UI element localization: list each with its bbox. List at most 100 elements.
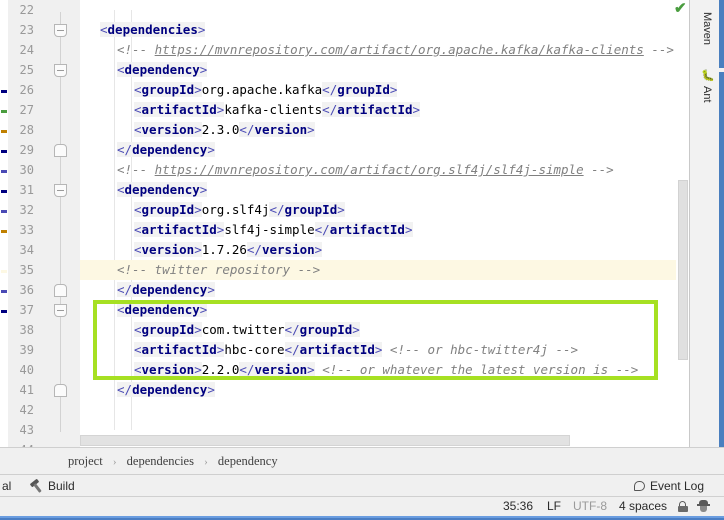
editor-gutter[interactable]: 22 23 24 25 26 27 28 29 30 31 32 33 34 35 36 37 38 39 40 41…: [8, 0, 81, 447]
editor-horizontal-scrollbar[interactable]: [80, 435, 680, 446]
code-token-tg: dependency: [132, 382, 208, 397]
code-token-tg: version: [261, 242, 315, 257]
code-line[interactable]: <version>2.2.0</version> <!-- or whateve…: [134, 360, 638, 380]
code-token-lnk: https://mvnrepository.com/artifact/org.a…: [154, 42, 644, 57]
code-token-br: >: [199, 182, 208, 197]
code-token-tg: version: [141, 362, 195, 377]
code-line[interactable]: <artifactId>slf4j-simple</artifactId>: [134, 220, 413, 240]
code-line[interactable]: <dependency>: [117, 300, 208, 320]
code-line[interactable]: <version>2.3.0</version>: [134, 120, 315, 140]
code-token-br: >: [412, 102, 421, 117]
code-token-br: >: [194, 362, 202, 377]
line-number: 30: [19, 163, 34, 177]
code-line[interactable]: <groupId>org.apache.kafka</groupId>: [134, 80, 398, 100]
fold-marker[interactable]: [54, 384, 67, 397]
line-number: 25: [19, 63, 34, 77]
code-line[interactable]: <!-- https://mvnrepository.com/artifact/…: [117, 40, 674, 60]
code-token-txt: 2.3.0: [201, 122, 240, 137]
code-token-br: </: [269, 202, 285, 217]
breadcrumb-item-project[interactable]: project: [68, 454, 103, 468]
code-line[interactable]: <dependency>: [117, 180, 208, 200]
horizontal-scrollbar-thumb[interactable]: [80, 435, 570, 446]
line-number: 22: [19, 3, 34, 17]
code-token-br: >: [207, 142, 215, 157]
breadcrumb-item-dependencies[interactable]: dependencies: [127, 454, 194, 468]
code-line[interactable]: <groupId>com.twitter</groupId>: [134, 320, 360, 340]
code-token-br: </: [117, 142, 133, 157]
speech-bubble-icon: [633, 481, 645, 491]
code-token-br: </: [246, 242, 262, 257]
breadcrumb[interactable]: project › dependencies › dependency: [68, 448, 278, 475]
toolwindow-tab-ant-label: Ant: [701, 86, 713, 103]
code-token-br: >: [199, 62, 208, 77]
window-right-edge-2: [719, 72, 724, 447]
code-token-tg: dependency: [132, 282, 208, 297]
code-token-tg: groupId: [141, 82, 195, 97]
code-line[interactable]: <artifactId>hbc-core</artifactId> <!-- o…: [134, 340, 578, 360]
fold-marker[interactable]: [54, 304, 67, 317]
code-token-br: <: [134, 362, 142, 377]
indent-setting[interactable]: 4 spaces: [619, 497, 667, 516]
line-number: 39: [19, 343, 34, 357]
code-area[interactable]: <dependencies> <!-- https://mvnrepository…: [80, 0, 690, 447]
code-token-br: <: [134, 102, 142, 117]
fold-marker[interactable]: [54, 284, 67, 297]
code-token-cmt: -->: [583, 162, 614, 177]
code-token-br: </: [239, 122, 255, 137]
code-line[interactable]: <groupId>org.slf4j</groupId>: [134, 200, 345, 220]
fold-marker[interactable]: [54, 144, 67, 157]
code-token-tg: artifactId: [141, 102, 217, 117]
code-token-br: </: [322, 82, 338, 97]
vertical-scrollbar-thumb[interactable]: [678, 180, 688, 360]
code-token-br: </: [314, 222, 330, 237]
line-number: 29: [19, 143, 34, 157]
code-line[interactable]: <artifactId>kafka-clients</artifactId>: [134, 100, 421, 120]
code-line[interactable]: </dependency>: [117, 280, 215, 300]
xml-editor[interactable]: 22 23 24 25 26 27 28 29 30 31 32 33 34 35 36 37 38 39 40 41…: [8, 0, 690, 447]
line-number: 31: [19, 183, 34, 197]
code-line[interactable]: <version>1.7.26</version>: [134, 240, 323, 260]
detective-icon[interactable]: [697, 500, 710, 513]
line-number: 33: [19, 223, 34, 237]
code-token-br: <: [134, 242, 142, 257]
caret-position[interactable]: 35:36: [503, 497, 533, 516]
breadcrumb-item-dependency[interactable]: dependency: [218, 454, 278, 468]
inspection-check-icon[interactable]: ✔: [674, 1, 687, 16]
code-token-br: >: [194, 202, 202, 217]
code-token-br: >: [314, 242, 323, 257]
code-token-br: <: [134, 222, 142, 237]
code-token-txt: kafka-clients: [224, 102, 323, 117]
code-token-cmt: <!-- twitter repository -->: [117, 262, 321, 277]
tab-build[interactable]: Build: [30, 475, 75, 497]
code-token-br: <: [117, 182, 125, 197]
fold-marker[interactable]: [54, 24, 67, 37]
event-log-button[interactable]: Event Log: [633, 475, 704, 497]
fold-marker[interactable]: [54, 184, 67, 197]
code-token-br: <: [134, 342, 142, 357]
code-line[interactable]: </dependency>: [117, 380, 215, 400]
code-token-br: >: [194, 322, 202, 337]
code-line[interactable]: <dependency>: [117, 60, 208, 80]
code-line[interactable]: <dependencies>: [100, 20, 206, 40]
code-token-br: >: [404, 222, 413, 237]
code-token-tg: dependency: [124, 182, 200, 197]
code-token-tg: groupId: [141, 322, 195, 337]
code-token-br: >: [307, 362, 315, 377]
code-line[interactable]: <!-- twitter repository -->: [117, 260, 320, 280]
line-number: 44: [8, 440, 34, 447]
file-encoding[interactable]: UTF-8: [573, 497, 607, 516]
line-number: 28: [19, 123, 34, 137]
tab-terminal[interactable]: al: [2, 475, 11, 497]
code-token-br: >: [307, 122, 315, 137]
status-bar: 35:36 LF UTF-8 4 spaces: [0, 497, 724, 516]
code-token-br: </: [284, 342, 300, 357]
line-number: 35: [19, 263, 34, 277]
lock-icon[interactable]: [678, 501, 689, 512]
code-line[interactable]: <!-- https://mvnrepository.com/artifact/…: [117, 160, 614, 180]
line-separator[interactable]: LF: [547, 497, 561, 516]
fold-marker[interactable]: [54, 64, 67, 77]
code-token-br: >: [207, 282, 215, 297]
code-line[interactable]: </dependency>: [117, 140, 215, 160]
code-token-txt: com.twitter: [201, 322, 285, 337]
editor-vertical-scrollbar[interactable]: [676, 0, 690, 447]
